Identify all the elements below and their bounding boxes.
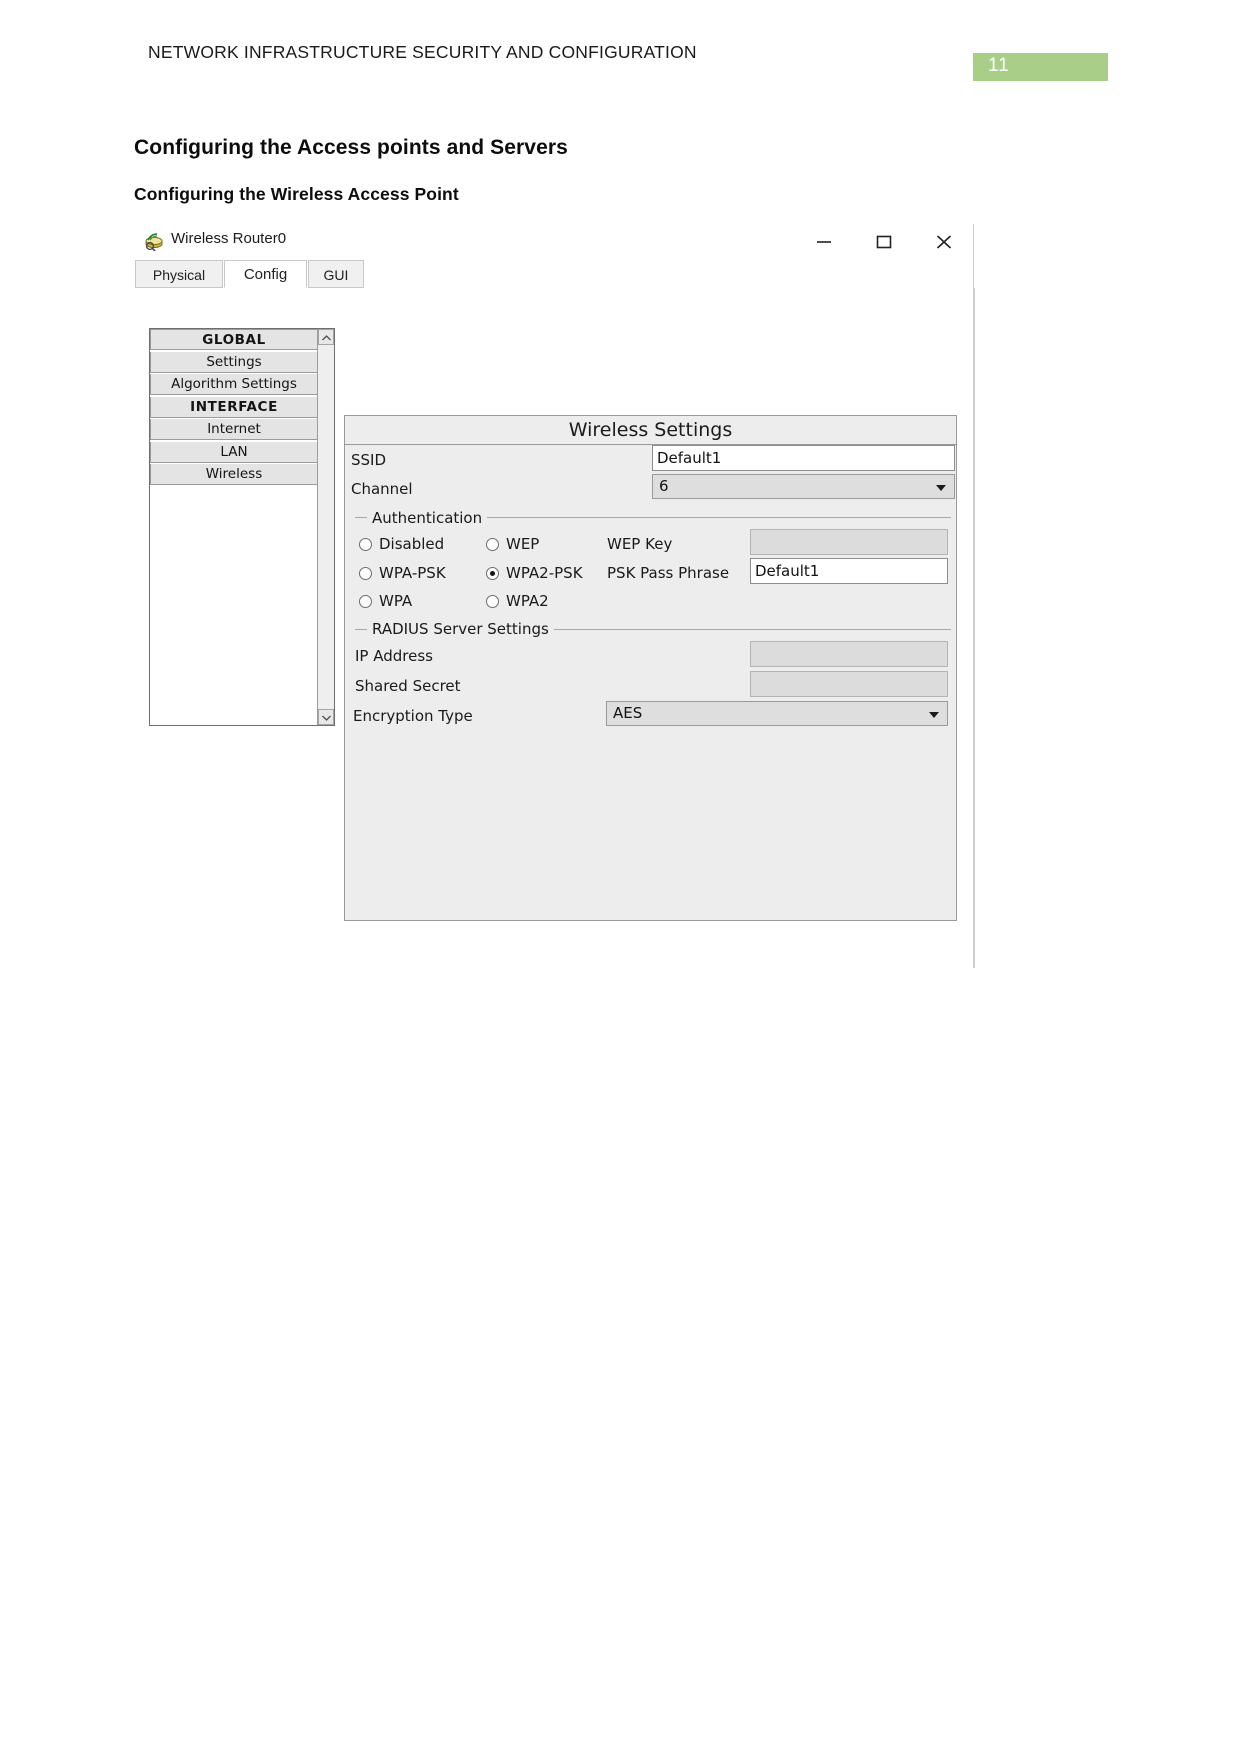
panel-title: Wireless Settings <box>345 416 956 445</box>
scroll-down-button[interactable] <box>318 709 334 725</box>
chevron-down-icon <box>929 712 939 718</box>
radio-icon <box>359 567 372 580</box>
maximize-button[interactable] <box>861 224 907 260</box>
wep-key-label: WEP Key <box>607 535 673 553</box>
radio-icon <box>486 595 499 608</box>
sidebar-item-interface[interactable]: INTERFACE <box>150 396 318 418</box>
subsection-heading: Configuring the Wireless Access Point <box>134 184 459 204</box>
radio-label: Disabled <box>379 535 445 553</box>
shared-secret-label: Shared Secret <box>355 677 461 695</box>
radius-legend: RADIUS Server Settings <box>367 620 554 638</box>
tab-physical[interactable]: Physical <box>135 260 223 288</box>
close-icon <box>936 235 952 249</box>
wep-key-input[interactable] <box>750 529 948 555</box>
wireless-router-window: Wireless Router0 Physical Config GUI GLO… <box>135 224 975 968</box>
radio-icon <box>359 538 372 551</box>
radio-icon <box>486 538 499 551</box>
wireless-settings-panel: Wireless Settings SSID Default1 Channel … <box>344 415 957 921</box>
sidebar-item-wireless[interactable]: Wireless <box>150 464 318 485</box>
ssid-label: SSID <box>351 451 387 469</box>
page-number-badge: 11 <box>973 53 1108 81</box>
section-heading: Configuring the Access points and Server… <box>134 136 568 159</box>
encryption-type-label: Encryption Type <box>353 707 473 725</box>
radio-label: WPA-PSK <box>379 564 446 582</box>
radio-label: WPA <box>379 592 413 610</box>
window-right-border <box>973 224 974 968</box>
close-button[interactable] <box>921 224 967 260</box>
psk-pass-phrase-input[interactable]: Default1 <box>750 558 948 584</box>
document-page: NETWORK INFRASTRUCTURE SECURITY AND CONF… <box>0 0 1241 1754</box>
minimize-icon <box>817 241 831 243</box>
tab-gui[interactable]: GUI <box>308 260 364 288</box>
page-number: 11 <box>988 55 1010 76</box>
chevron-up-icon <box>322 335 331 341</box>
sidebar-scrollbar[interactable] <box>317 329 334 725</box>
radio-icon <box>486 567 499 580</box>
ip-address-label: IP Address <box>355 647 433 665</box>
encryption-type-value: AES <box>613 704 643 722</box>
scroll-up-button[interactable] <box>318 329 334 345</box>
radio-label: WPA2-PSK <box>506 564 583 582</box>
sidebar-item-lan[interactable]: LAN <box>150 441 318 463</box>
window-titlebar: Wireless Router0 <box>135 224 974 260</box>
sidebar-item-algorithm-settings[interactable]: Algorithm Settings <box>150 374 318 395</box>
sidebar-item-settings[interactable]: Settings <box>150 351 318 373</box>
psk-pass-phrase-label: PSK Pass Phrase <box>607 564 730 582</box>
channel-value: 6 <box>659 477 669 495</box>
tab-strip: Physical Config GUI <box>135 260 974 289</box>
wireless-router-icon <box>143 231 165 252</box>
tab-config[interactable]: Config <box>224 260 307 288</box>
radio-icon <box>359 595 372 608</box>
radio-label: WPA2 <box>506 592 549 610</box>
window-body: GLOBAL Settings Algorithm Settings INTER… <box>135 288 975 968</box>
chevron-down-icon <box>322 715 331 721</box>
channel-label: Channel <box>351 480 413 498</box>
sidebar-item-list: GLOBAL Settings Algorithm Settings INTER… <box>150 329 318 487</box>
sidebar-item-internet[interactable]: Internet <box>150 419 318 440</box>
chevron-down-icon <box>936 485 946 491</box>
sidebar-item-global[interactable]: GLOBAL <box>150 329 318 350</box>
channel-dropdown[interactable]: 6 <box>652 474 955 499</box>
maximize-icon <box>876 235 892 249</box>
window-title: Wireless Router0 <box>171 230 287 247</box>
running-header: NETWORK INFRASTRUCTURE SECURITY AND CONF… <box>148 42 697 62</box>
config-sidebar: GLOBAL Settings Algorithm Settings INTER… <box>149 328 335 726</box>
shared-secret-input[interactable] <box>750 671 948 697</box>
ssid-input[interactable]: Default1 <box>652 445 955 471</box>
radio-label: WEP <box>506 535 540 553</box>
encryption-type-dropdown[interactable]: AES <box>606 701 948 726</box>
authentication-legend: Authentication <box>367 509 488 527</box>
ip-address-input[interactable] <box>750 641 948 667</box>
minimize-button[interactable] <box>801 224 847 260</box>
